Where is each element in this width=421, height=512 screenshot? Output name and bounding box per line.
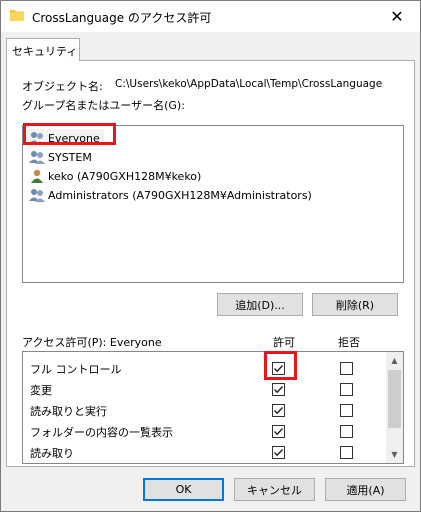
allow-checkbox[interactable] <box>272 383 285 396</box>
dialog-body: セキュリティ オブジェクト名: C:\Users\keko\AppData\Lo… <box>1 32 420 511</box>
permission-row: 読み取りと実行 <box>23 400 383 421</box>
deny-column-header: 拒否 <box>338 336 360 349</box>
object-name-value: C:\Users\keko\AppData\Local\Temp\CrossLa… <box>115 78 383 90</box>
permission-row: フル コントロール <box>23 358 383 379</box>
security-tab-panel: オブジェクト名: C:\Users\keko\AppData\Local\Tem… <box>6 60 415 467</box>
scroll-up-icon[interactable]: ▲ <box>386 352 403 369</box>
permissions-label: アクセス許可(P): Everyone <box>22 336 162 349</box>
deny-checkbox[interactable] <box>340 425 353 438</box>
permission-name: フォルダーの内容の一覧表示 <box>30 426 173 439</box>
title-bar[interactable]: CrossLanguage のアクセス許可 ✕ <box>1 1 420 32</box>
permission-name: 読み取り <box>30 447 74 460</box>
deny-checkbox[interactable] <box>340 383 353 396</box>
permission-name: フル コントロール <box>30 363 122 376</box>
window-title: CrossLanguage のアクセス許可 <box>32 11 212 25</box>
highlight-full-control-allow <box>264 351 297 380</box>
list-item-administrators[interactable]: Administrators (A790GXH128M¥Administrato… <box>27 186 316 204</box>
principal-name: SYSTEM <box>48 150 92 164</box>
remove-button[interactable]: 削除(R) <box>312 293 398 316</box>
ok-button[interactable]: OK <box>143 478 224 501</box>
add-button[interactable]: 追加(D)... <box>217 293 303 316</box>
permission-row: 読み取り <box>23 442 383 463</box>
group-icon <box>29 151 45 164</box>
close-icon: ✕ <box>390 7 404 26</box>
allow-checkbox[interactable] <box>272 404 285 417</box>
allow-checkbox[interactable] <box>272 446 285 459</box>
permission-name: 変更 <box>30 384 52 397</box>
permissions-dialog: CrossLanguage のアクセス許可 ✕ セキュリティ オブジェクト名: … <box>0 0 421 512</box>
deny-checkbox[interactable] <box>340 362 353 375</box>
allow-column-header: 許可 <box>273 336 295 349</box>
deny-checkbox[interactable] <box>340 446 353 459</box>
principal-name: Administrators (A790GXH128M¥Administrato… <box>48 188 312 202</box>
close-button[interactable]: ✕ <box>374 1 420 32</box>
principal-name: keko (A790GXH128M¥keko) <box>48 169 202 183</box>
permission-name: 読み取りと実行 <box>30 405 107 418</box>
permissions-scrollbar[interactable]: ▲ ▼ <box>386 352 403 463</box>
highlight-everyone <box>23 123 116 145</box>
list-item-system[interactable]: SYSTEM <box>27 148 96 166</box>
groups-label: グループ名またはユーザー名(G): <box>22 99 185 112</box>
principals-list[interactable]: Everyone SYSTEM keko (A790GXH128M¥keko) <box>22 125 404 283</box>
checkmark-icon <box>274 449 284 457</box>
permission-row: フォルダーの内容の一覧表示 <box>23 421 383 442</box>
list-item-keko[interactable]: keko (A790GXH128M¥keko) <box>27 167 205 185</box>
scroll-down-icon[interactable]: ▼ <box>386 446 403 463</box>
checkmark-icon <box>274 428 284 436</box>
tab-security[interactable]: セキュリティ <box>6 38 80 61</box>
scroll-thumb[interactable] <box>388 370 401 428</box>
group-icon <box>29 189 45 202</box>
folder-icon <box>10 10 24 21</box>
apply-button[interactable]: 適用(A) <box>325 478 406 501</box>
object-name-label: オブジェクト名: <box>22 80 103 93</box>
allow-checkbox[interactable] <box>272 425 285 438</box>
permissions-list: フル コントロール 変更読み取りと実行フォルダーの内容の一覧表示 読み取り ▲ ▼ <box>22 351 404 464</box>
permission-row: 変更 <box>23 379 383 400</box>
checkmark-icon <box>274 386 284 394</box>
checkmark-icon <box>274 407 284 415</box>
user-icon <box>31 169 43 183</box>
cancel-button[interactable]: キャンセル <box>234 478 315 501</box>
deny-checkbox[interactable] <box>340 404 353 417</box>
